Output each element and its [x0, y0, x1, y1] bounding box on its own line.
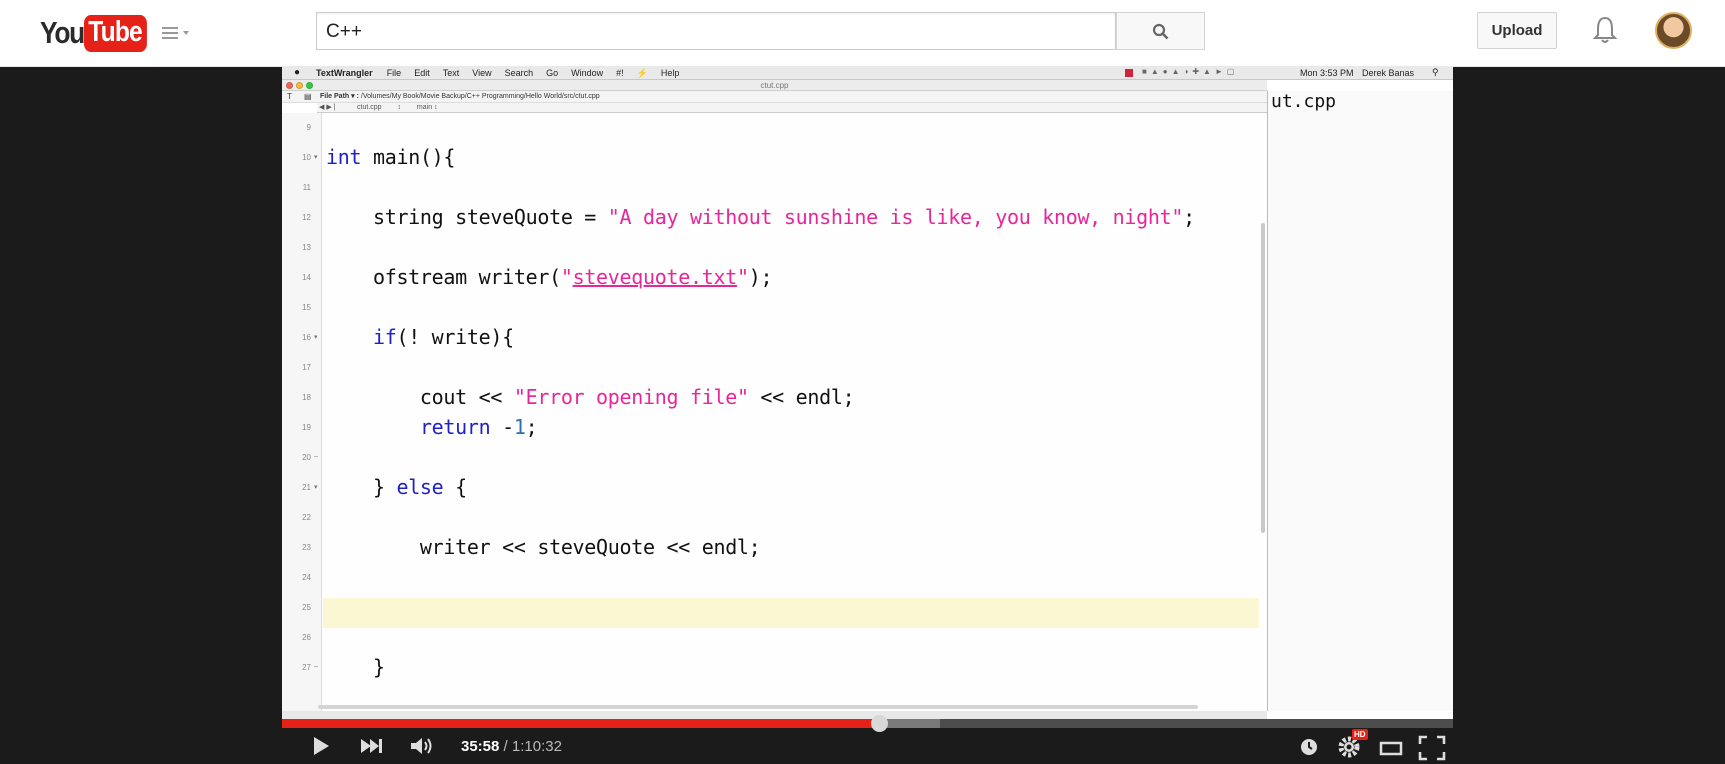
text-tool-icon: T — [287, 92, 292, 101]
line-number: 25 — [302, 603, 311, 612]
line-number: 16 — [302, 333, 311, 342]
code-line-21: } else { — [326, 475, 467, 499]
background-window-text: ut.cpp — [1271, 91, 1337, 112]
code-line-10: int main(){ — [326, 145, 456, 169]
bell-icon[interactable] — [1592, 15, 1618, 45]
line-number: 12 — [302, 213, 311, 222]
search-input[interactable]: C++ — [316, 12, 1116, 50]
fullscreen-icon[interactable] — [1418, 735, 1446, 761]
menu-window: Window — [571, 68, 604, 78]
minimize-icon — [296, 82, 303, 89]
file-path-bar: T ▤ File Path ▾ : /Volumes/My Book/Movie… — [282, 91, 1267, 103]
line-number: 26 — [302, 633, 311, 642]
nav-function: main — [416, 104, 433, 111]
upload-button[interactable]: Upload — [1477, 12, 1557, 49]
watch-later-icon[interactable] — [1300, 738, 1318, 756]
menu-text: Text — [442, 68, 460, 78]
line-number: 18 — [302, 393, 311, 402]
code-line-27: } — [326, 655, 385, 679]
nav-file: ctut.cpp — [357, 104, 382, 111]
line-number: 19 — [302, 423, 311, 432]
line-number: 20 — [302, 453, 311, 462]
code-line-23: writer << steveQuote << endl; — [326, 535, 761, 559]
video-player[interactable]: ● TextWrangler File Edit Text View Searc… — [282, 67, 1453, 764]
fold-arrow-icon[interactable]: ▾ — [314, 333, 318, 341]
fold-arrow-icon[interactable]: – — [314, 663, 318, 670]
play-icon[interactable] — [310, 735, 332, 757]
menu-go: Go — [546, 68, 559, 78]
avatar[interactable] — [1655, 12, 1692, 49]
progress-bar[interactable] — [282, 715, 1453, 732]
file-path: /Volumes/My Book/Movie Backup/C++ Progra… — [360, 93, 600, 100]
line-number: 10 — [302, 153, 311, 162]
spotlight-icon: ⚲ — [1432, 67, 1439, 77]
line-gutter — [282, 113, 322, 753]
fold-arrow-icon[interactable]: – — [314, 453, 318, 460]
hd-badge: HD — [1352, 729, 1368, 740]
menu-search: Search — [504, 68, 534, 78]
menu-file: File — [386, 68, 402, 78]
fold-arrow-icon[interactable]: ▾ — [314, 483, 318, 491]
time-display: 35:58 / 1:10:32 — [461, 738, 562, 755]
background-window: ut.cpp — [1267, 91, 1453, 711]
horizontal-scrollbar[interactable] — [318, 705, 1198, 709]
code-line-14: ofstream writer("stevequote.txt"); — [326, 265, 773, 289]
search-button[interactable] — [1116, 12, 1205, 50]
line-number: 21 — [302, 483, 311, 492]
line-number: 9 — [306, 123, 311, 132]
zoom-icon — [306, 82, 313, 89]
line-number: 24 — [302, 573, 311, 582]
menubar-user: Derek Banas — [1362, 68, 1415, 78]
masthead: You Tube C++ Upload — [0, 0, 1725, 67]
line-number: 15 — [302, 303, 311, 312]
menu-script-icon: ⚡ — [636, 67, 648, 78]
line-number: 11 — [302, 183, 311, 192]
current-time: 35:58 — [461, 738, 500, 755]
youtube-logo[interactable]: You Tube — [40, 14, 158, 52]
document-icon: ▤ — [304, 92, 312, 101]
logo-tube: Tube — [83, 14, 147, 52]
scrubber-handle[interactable] — [871, 715, 888, 732]
apple-icon: ● — [294, 67, 301, 78]
app-name: TextWrangler — [316, 68, 373, 78]
code-editor[interactable]: 9 10 ▾ 11 12 13 14 15 16 ▾ 17 18 19 20–21 ▾ 22 23 24 25 26 2… — [282, 113, 1267, 753]
guide-menu-icon[interactable] — [162, 24, 196, 42]
menubar-clock: Mon 3:53 PM — [1300, 68, 1354, 78]
vertical-scrollbar[interactable] — [1261, 223, 1265, 533]
code-line-16: if(! write){ — [372, 325, 514, 349]
played-bar — [282, 719, 879, 728]
back-forward-icon: ◀ ▶ | — [319, 104, 336, 111]
next-icon[interactable] — [359, 735, 383, 757]
line-number: 14 — [302, 273, 311, 282]
line-number: 17 — [302, 363, 311, 372]
line-number: 22 — [302, 513, 311, 522]
window-titlebar: ctut.cpp — [282, 80, 1267, 91]
status-square-icon — [1125, 69, 1133, 77]
menu-view: View — [472, 68, 492, 78]
mac-menubar: ● TextWrangler File Edit Text View Searc… — [282, 67, 1453, 80]
line-number: 23 — [302, 543, 311, 552]
current-line-highlight — [323, 598, 1259, 628]
nav-bar: ◀ ▶ | ctut.cpp ↕ main ↕ — [317, 103, 1267, 113]
logo-you: You — [40, 15, 85, 50]
close-icon — [286, 82, 293, 89]
duration: 1:10:32 — [511, 738, 562, 755]
volume-icon[interactable] — [409, 735, 437, 757]
code-line-19: return -1; — [419, 415, 538, 439]
line-number: 27 — [302, 663, 311, 672]
code-line-12: string steveQuote = "A day without sunsh… — [326, 205, 1195, 229]
theater-icon[interactable] — [1379, 740, 1403, 756]
menu-shebang: #! — [616, 68, 624, 78]
line-number: 13 — [302, 243, 311, 252]
window-title: ctut.cpp — [760, 81, 789, 90]
fold-arrow-icon[interactable]: ▾ — [314, 153, 318, 161]
menu-help: Help — [660, 68, 680, 78]
file-path-label: File Path ▾ : — [320, 93, 359, 100]
code-line-18: cout << "Error opening file" << endl; — [326, 385, 855, 409]
menu-edit: Edit — [414, 68, 430, 78]
status-icons: ■▲●▲◑✚▲►▢ — [1142, 67, 1239, 76]
search-icon — [1152, 23, 1169, 39]
